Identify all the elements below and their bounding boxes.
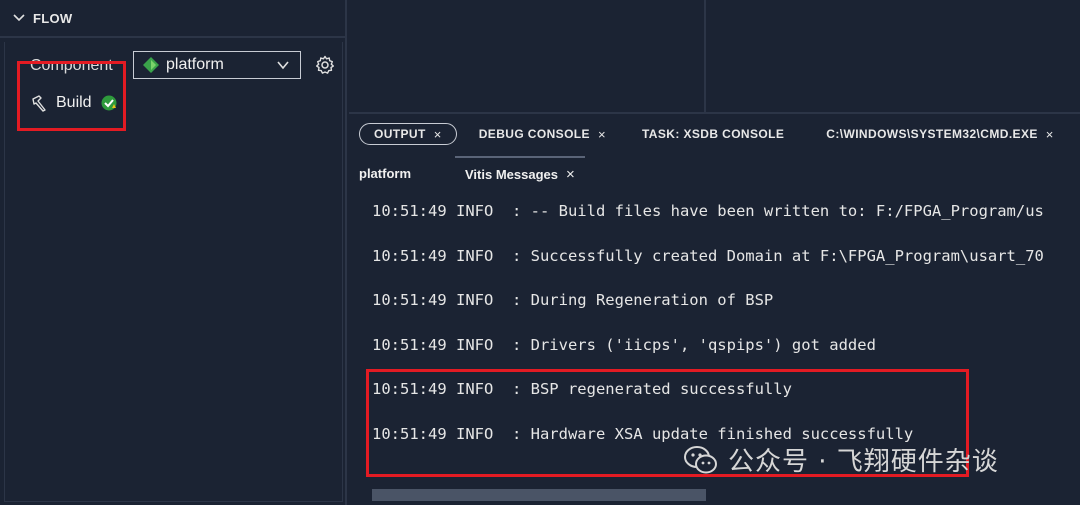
- watermark: 公众号 · 飞翔硬件杂谈: [684, 441, 999, 478]
- component-select-value: platform: [166, 56, 224, 73]
- log-line: 10:51:49 INFO : Successfully created Dom…: [372, 247, 1044, 265]
- close-icon[interactable]: ×: [566, 166, 575, 183]
- subtab-vitis-messages-label: Vitis Messages: [465, 166, 558, 182]
- close-icon[interactable]: ×: [598, 127, 606, 142]
- component-select[interactable]: platform: [133, 51, 301, 79]
- log-line: 10:51:49 INFO : Drivers ('iicps', 'qspip…: [372, 336, 876, 354]
- flow-title: FLOW: [33, 10, 73, 26]
- subtab-platform-label: platform: [359, 165, 411, 181]
- horizontal-scrollbar[interactable]: [372, 489, 706, 501]
- tab-xsdb-console-label: TASK: XSDB CONSOLE: [641, 127, 785, 141]
- close-icon[interactable]: ×: [1046, 127, 1054, 142]
- editor-area: [349, 0, 1080, 112]
- tab-xsdb-console[interactable]: TASK: XSDB CONSOLE: [628, 123, 798, 145]
- output-channel-tabs: platform Vitis Messages ×: [349, 156, 1080, 190]
- wechat-icon: [684, 445, 718, 475]
- tab-cmd[interactable]: C:\WINDOWS\SYSTEM32\CMD.EXE ×: [812, 123, 1067, 145]
- tab-cmd-label: C:\WINDOWS\SYSTEM32\CMD.EXE: [826, 127, 1038, 141]
- platform-icon: [142, 56, 160, 74]
- log-line: 10:51:49 INFO : During Regeneration of B…: [372, 291, 774, 309]
- settings-gear-icon[interactable]: [315, 55, 335, 75]
- flow-panel: FLOW Component platform Build: [0, 0, 347, 505]
- tab-debug-console[interactable]: DEBUG CONSOLE ×: [465, 123, 620, 145]
- highlight-box-build: [17, 61, 126, 131]
- editor-splitter[interactable]: [704, 0, 706, 112]
- chevron-down-icon[interactable]: [10, 9, 28, 27]
- close-icon[interactable]: ×: [434, 127, 442, 142]
- tab-debug-console-label: DEBUG CONSOLE: [478, 127, 590, 141]
- panel-tab-bar: OUTPUT × DEBUG CONSOLE × TASK: XSDB CONS…: [349, 114, 1080, 154]
- tab-output[interactable]: OUTPUT ×: [359, 123, 457, 145]
- chevron-down-icon[interactable]: [276, 58, 290, 72]
- log-line: 10:51:49 INFO : -- Build files have been…: [372, 202, 1044, 220]
- flow-section-header[interactable]: FLOW: [0, 0, 347, 38]
- subtab-vitis-messages[interactable]: Vitis Messages ×: [455, 156, 585, 190]
- tab-output-label: OUTPUT: [374, 127, 426, 141]
- subtab-platform[interactable]: platform: [359, 156, 455, 190]
- watermark-text: 公众号 · 飞翔硬件杂谈: [728, 447, 999, 477]
